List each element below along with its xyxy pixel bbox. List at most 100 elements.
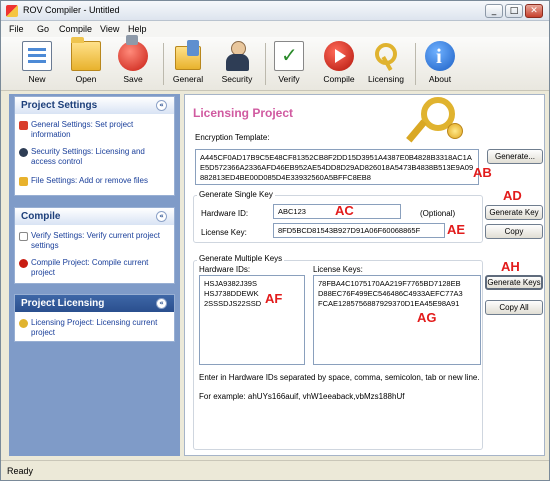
generate-template-button[interactable]: Generate... xyxy=(487,149,543,164)
general-settings-icon xyxy=(19,121,28,130)
open-button[interactable]: Open xyxy=(69,37,103,89)
verify-checklist-icon xyxy=(19,232,28,241)
compile-play-icon xyxy=(19,259,28,268)
annotation-ab: AB xyxy=(473,165,492,180)
sidebar-item-label: Verify Settings: Verify current project … xyxy=(31,231,160,250)
single-key-group-label: Generate Single Key xyxy=(197,190,275,199)
about-button[interactable]: About xyxy=(423,39,457,89)
general-button[interactable]: General xyxy=(171,39,205,89)
save-button[interactable]: Save xyxy=(117,35,149,89)
generate-keys-button[interactable]: Generate Keys xyxy=(485,275,543,290)
app-window: ROV Compiler - Untitled _ □ ✕ File Go Co… xyxy=(0,0,550,481)
page-title: Licensing Project xyxy=(193,106,294,120)
compile-title: Compile xyxy=(21,211,61,222)
save-label: Save xyxy=(123,74,143,84)
sidebar-item-general-settings[interactable]: General Settings: Set project informatio… xyxy=(15,118,174,142)
hardware-id-line: 2SSSDJS22SSD xyxy=(204,299,262,308)
app-icon xyxy=(6,5,18,17)
compile-label: Compile xyxy=(323,74,355,84)
maximize-button[interactable]: □ xyxy=(505,4,523,18)
copy-button[interactable]: Copy xyxy=(485,224,543,239)
toolbar-separator xyxy=(163,43,164,85)
folder-icon xyxy=(19,177,28,186)
menu-compile[interactable]: Compile xyxy=(59,24,92,34)
toolbar-separator xyxy=(415,43,416,85)
menu-help[interactable]: Help xyxy=(128,24,147,34)
license-key-label: License Key: xyxy=(201,228,247,237)
compile-button[interactable]: Compile xyxy=(321,39,357,89)
license-keys-label: License Keys: xyxy=(313,265,363,274)
optional-label: (Optional) xyxy=(420,209,456,218)
licensing-label: Licensing xyxy=(368,74,404,84)
hardware-id-label: Hardware ID: xyxy=(201,209,249,218)
encryption-template-field[interactable]: A445CF0AD17B9C5E48CF81352CB8F2DD15D3951A… xyxy=(195,149,479,185)
security-user-icon xyxy=(19,148,28,157)
new-document-icon xyxy=(22,41,52,71)
annotation-ac: AC xyxy=(335,203,354,218)
security-label: Security xyxy=(221,74,253,84)
generate-key-button[interactable]: Generate Key xyxy=(485,205,543,220)
licensing-button[interactable]: Licensing xyxy=(367,39,405,89)
status-text: Ready xyxy=(7,466,34,476)
hardware-ids-hint: Enter in Hardware IDs separated by space… xyxy=(199,373,480,382)
project-licensing-title: Project Licensing xyxy=(21,298,105,309)
security-button[interactable]: Security xyxy=(219,39,255,89)
verify-label: Verify xyxy=(278,74,300,84)
collapse-chevron-icon[interactable]: « xyxy=(156,211,167,222)
sidebar-item-label: File Settings: Add or remove files xyxy=(31,176,148,185)
menu-file[interactable]: File xyxy=(9,24,24,34)
copy-all-button[interactable]: Copy All xyxy=(485,300,543,315)
sidebar-item-label: Compile Project: Compile current project xyxy=(31,258,149,277)
sidebar-item-label: General Settings: Set project informatio… xyxy=(31,120,134,139)
open-label: Open xyxy=(75,74,97,84)
multiple-keys-group-label: Generate Multiple Keys xyxy=(197,254,285,263)
licensing-keys-icon xyxy=(19,319,28,328)
project-licensing-panel: Project Licensing « Licensing Project: L… xyxy=(14,294,175,342)
hardware-ids-textarea[interactable]: HSJA9382J39S HSJ738DDEWK 2SSSDJS22SSD xyxy=(199,275,305,365)
sidebar-item-verify-settings[interactable]: Verify Settings: Verify current project … xyxy=(15,229,174,253)
new-label: New xyxy=(28,74,46,84)
about-info-icon xyxy=(425,41,455,71)
sidebar-item-security-settings[interactable]: Security Settings: Licensing and access … xyxy=(15,145,174,169)
save-icon xyxy=(118,35,148,71)
license-keys-textarea[interactable]: 78FBA4C1075170AA219F7765BD7128EB D88EC76… xyxy=(313,275,481,365)
sidebar-item-file-settings[interactable]: File Settings: Add or remove files xyxy=(15,174,174,188)
hardware-id-line: HSJ738DDEWK xyxy=(204,289,259,298)
new-button[interactable]: New xyxy=(21,39,53,89)
project-settings-header[interactable]: Project Settings « xyxy=(15,97,174,114)
compile-play-icon xyxy=(324,41,354,71)
sidebar-item-label: Security Settings: Licensing and access … xyxy=(31,147,145,166)
annotation-ad: AD xyxy=(503,188,522,203)
menu-go[interactable]: Go xyxy=(37,24,49,34)
about-label: About xyxy=(428,74,452,84)
project-licensing-header[interactable]: Project Licensing « xyxy=(15,295,174,312)
minimize-button[interactable]: _ xyxy=(485,4,503,18)
annotation-ag: AG xyxy=(417,310,437,325)
hardware-ids-example: For example: ahUYs166auif, vhW1eeaback,v… xyxy=(199,392,405,401)
security-user-icon xyxy=(222,41,252,71)
verify-checklist-icon xyxy=(274,41,304,71)
licensing-keys-icon xyxy=(371,41,401,71)
encryption-template-label: Encryption Template: xyxy=(195,133,270,142)
compile-panel: Compile « Verify Settings: Verify curren… xyxy=(14,207,175,284)
license-key-line: 78FBA4C1075170AA219F7765BD7128EB xyxy=(318,279,461,288)
open-folder-icon xyxy=(71,37,101,71)
license-key-field[interactable]: 8FD5BCD81543B927D91A06F60068865F xyxy=(273,223,445,238)
verify-button[interactable]: Verify xyxy=(273,39,305,89)
title-bar: ROV Compiler - Untitled _ □ ✕ xyxy=(1,1,549,21)
toolbar-separator xyxy=(265,43,266,85)
toolbar: New Open Save General Security Verify Co… xyxy=(1,35,549,91)
project-settings-panel: Project Settings « General Settings: Set… xyxy=(14,96,175,196)
license-key-line: FCAE1285756887929370D1EA45E98A91 xyxy=(318,299,460,308)
annotation-ae: AE xyxy=(447,222,466,237)
sidebar-item-licensing-project[interactable]: Licensing Project: Licensing current pro… xyxy=(15,316,174,340)
collapse-chevron-icon[interactable]: « xyxy=(156,100,167,111)
certificate-seal-icon xyxy=(447,123,463,139)
compile-header[interactable]: Compile « xyxy=(15,208,174,225)
menu-view[interactable]: View xyxy=(100,24,119,34)
general-settings-icon xyxy=(173,40,203,71)
project-settings-title: Project Settings xyxy=(21,100,98,111)
close-button[interactable]: ✕ xyxy=(525,4,543,18)
sidebar-item-compile-project[interactable]: Compile Project: Compile current project xyxy=(15,256,174,280)
collapse-chevron-icon[interactable]: « xyxy=(156,298,167,309)
